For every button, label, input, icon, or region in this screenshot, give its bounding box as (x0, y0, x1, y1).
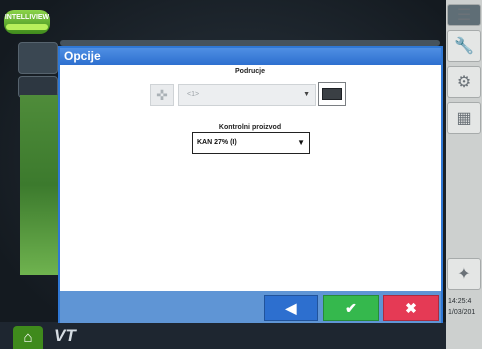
brand-logo: INTELLIVIEW (4, 10, 50, 34)
background-tile (18, 42, 58, 74)
date-text: 1/03/201 (448, 309, 476, 316)
screen: INTELLIVIEW ☰ 🔧 ⚙ ▦ ✦ 14:25:4 1/03/201 ⌂… (0, 0, 482, 349)
field-pin-icon: ✜ (150, 84, 174, 106)
background-map (20, 95, 60, 275)
gps-icon[interactable]: ✦ (447, 258, 481, 290)
product-label: Kontrolni proizvod (218, 124, 282, 131)
keyboard-button[interactable] (318, 82, 346, 106)
keyboard-icon (322, 88, 342, 100)
logo-bar (6, 24, 48, 30)
area-label: Podrucje (235, 68, 265, 75)
product-select[interactable]: KAN 27% (I) ▼ (192, 132, 310, 154)
product-select-value: KAN 27% (I) (197, 139, 237, 146)
time-text: 14:25:4 (448, 298, 472, 305)
table-icon[interactable]: ▦ (447, 102, 481, 134)
area-select-value: <1> (187, 91, 200, 98)
cancel-button[interactable]: ✖ (383, 295, 439, 321)
menu-icon[interactable]: ☰ (447, 4, 481, 26)
wrench-icon[interactable]: 🔧 (447, 30, 481, 62)
vt-label[interactable]: VT (54, 326, 76, 346)
home-icon[interactable]: ⌂ (13, 326, 43, 349)
chevron-down-icon: ▼ (297, 138, 305, 147)
back-button[interactable]: ◀ (264, 295, 318, 321)
implement-icon[interactable]: ⚙ (447, 66, 481, 98)
dialog-title: Opcije (60, 48, 441, 65)
area-select[interactable]: <1> ▼ (178, 84, 316, 106)
chevron-down-icon: ▼ (303, 91, 310, 98)
clock: 14:25:4 1/03/201 (448, 296, 482, 318)
options-dialog: Opcije Podrucje ✜ <1> ▼ Kontrolni proizv… (58, 46, 443, 323)
logo-text: INTELLIVIEW (4, 14, 50, 21)
ok-button[interactable]: ✔ (323, 295, 379, 321)
